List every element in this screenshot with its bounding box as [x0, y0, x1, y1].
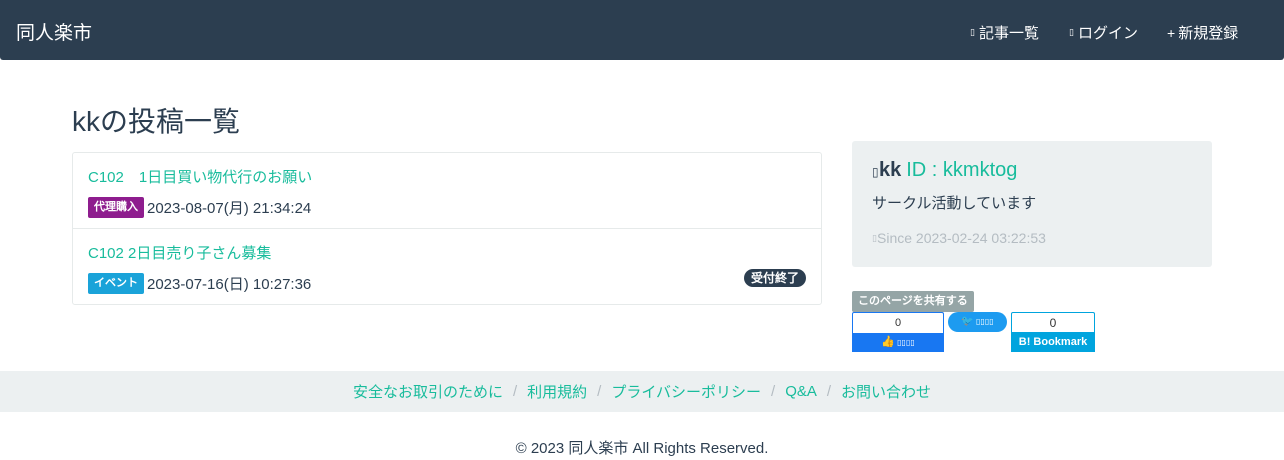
post-item: C102 2日目売り子さん募集 イベント 2023-07-16(日) 10:27…: [73, 229, 821, 304]
list-icon: ▯: [970, 27, 975, 37]
profile-header: ▯ kk ID : kkmktog: [872, 159, 1192, 185]
share-label: このページを共有する: [852, 291, 974, 312]
thumbs-up-icon: 👍: [881, 336, 895, 348]
footer-links: 安全なお取引のために / 利用規約 / プライバシーポリシー / Q&A / お…: [0, 371, 1284, 412]
status-badge: 受付終了: [743, 269, 806, 287]
category-badge: イベント: [88, 273, 144, 294]
twitter-share-button[interactable]: 🐦 ▯▯▯▯: [948, 312, 1007, 332]
post-title-link[interactable]: C102 2日目売り子さん募集: [88, 243, 806, 265]
profile-since: ▯ Since 2023-02-24 03:22:53: [872, 230, 1192, 246]
facebook-like-label: ▯▯▯▯: [897, 338, 915, 347]
nav-item-register[interactable]: + 新規登録: [1167, 22, 1238, 43]
navbar: 同人楽市 ▯ 記事一覧 ▯ ログイン + 新規登録: [0, 0, 1284, 60]
profile-since-text: Since 2023-02-24 03:22:53: [877, 230, 1046, 246]
facebook-like-button[interactable]: 👍 ▯▯▯▯: [852, 333, 944, 352]
facebook-share-count: 0: [852, 312, 944, 333]
footer-link-faq[interactable]: Q&A: [785, 383, 817, 400]
copyright: © 2023 同人楽市 All Rights Reserved.: [515, 440, 769, 457]
profile-name: kk: [879, 159, 902, 181]
post-list: C102 1日目買い物代行のお願い 代理購入 2023-08-07(月) 21:…: [72, 152, 822, 305]
brand-link[interactable]: 同人楽市: [16, 18, 92, 45]
post-meta: イベント 2023-07-16(日) 10:27:36: [88, 273, 806, 294]
nav-item-articles[interactable]: ▯ 記事一覧: [970, 22, 1039, 43]
footer-separator: /: [826, 383, 832, 400]
profile-bio: サークル活動しています: [872, 195, 1037, 212]
hatena-bookmark-count: 0: [1011, 312, 1095, 332]
page-title: kkの投稿一覧: [72, 106, 241, 137]
footer-separator: /: [512, 383, 518, 400]
nav-item-login[interactable]: ▯ ログイン: [1069, 22, 1138, 43]
hatena-bookmark-label[interactable]: B! Bookmark: [1011, 332, 1095, 352]
post-date: 2023-07-16(日) 10:27:36: [147, 276, 312, 293]
twitter-share-label: ▯▯▯▯: [976, 317, 994, 326]
profile-id: ID : kkmktog: [906, 159, 1018, 181]
footer-link-safety[interactable]: 安全なお取引のために: [353, 381, 503, 402]
category-badge: 代理購入: [88, 197, 144, 218]
profile-card: ▯ kk ID : kkmktog サークル活動しています ▯ Since 20…: [852, 141, 1212, 267]
user-icon: ▯: [872, 165, 879, 179]
twitter-bird-icon: 🐦: [961, 316, 974, 327]
nav-item-label: 記事一覧: [979, 25, 1040, 42]
footer-link-contact[interactable]: お問い合わせ: [841, 381, 931, 402]
nav-item-label: ログイン: [1078, 25, 1139, 42]
plus-icon: +: [1167, 24, 1176, 41]
footer-separator: /: [771, 383, 776, 400]
footer-link-terms[interactable]: 利用規約: [527, 381, 587, 402]
footer-separator: /: [597, 383, 602, 400]
post-date: 2023-08-07(月) 21:34:24: [147, 200, 312, 217]
facebook-share-button[interactable]: 0 👍 ▯▯▯▯: [852, 312, 944, 352]
post-meta: 代理購入 2023-08-07(月) 21:34:24: [88, 197, 806, 218]
login-icon: ▯: [1069, 27, 1074, 37]
post-title-link[interactable]: C102 1日目買い物代行のお願い: [88, 167, 806, 189]
hatena-bookmark-button[interactable]: 0 B! Bookmark: [1011, 312, 1095, 352]
post-item: C102 1日目買い物代行のお願い 代理購入 2023-08-07(月) 21:…: [73, 153, 821, 229]
nav-item-label: 新規登録: [1178, 25, 1239, 42]
footer-link-privacy[interactable]: プライバシーポリシー: [611, 381, 761, 402]
